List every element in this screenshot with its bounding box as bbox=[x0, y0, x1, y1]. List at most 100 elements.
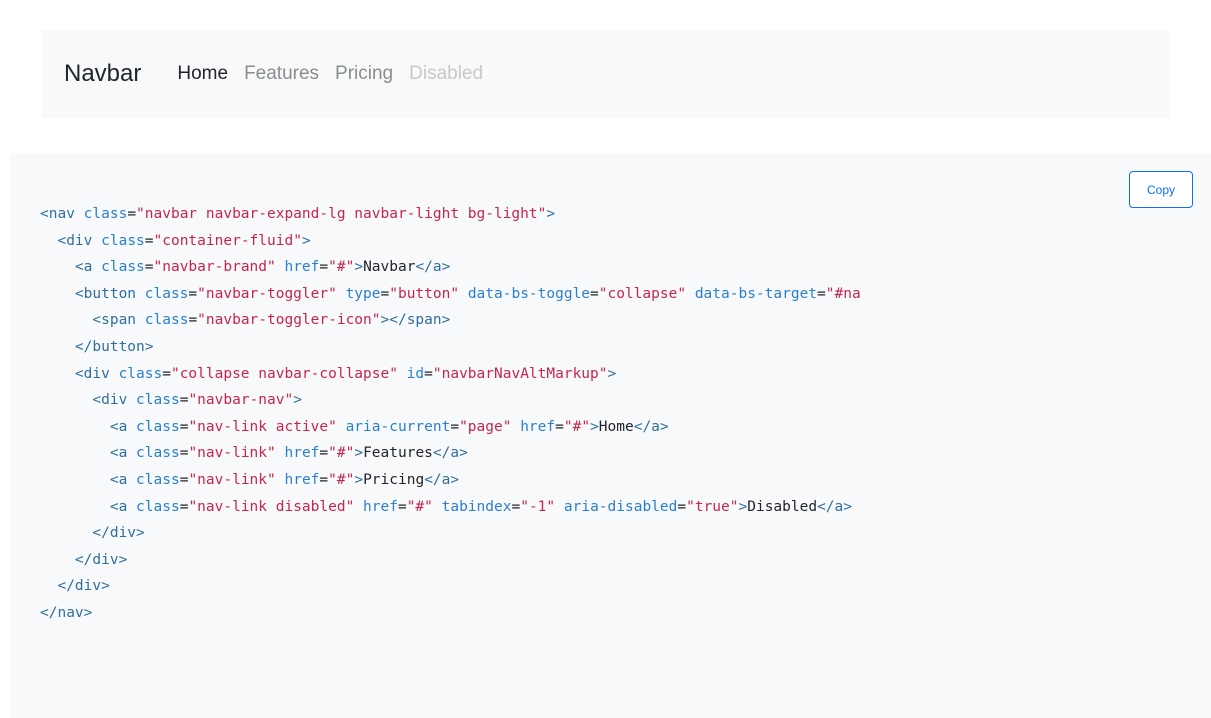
code-token-attr: id bbox=[406, 365, 425, 382]
navbar-brand[interactable]: Navbar bbox=[64, 60, 141, 88]
code-token-tag: </button> bbox=[74, 338, 154, 355]
code-line: <a class="nav-link active" aria-current=… bbox=[40, 414, 861, 441]
code-token-txt: = bbox=[188, 285, 198, 302]
code-token-str: "navbar-brand" bbox=[153, 259, 276, 276]
code-token-tag: </nav> bbox=[40, 604, 93, 621]
code-token-txt: = bbox=[677, 498, 687, 515]
code-token-attr: href bbox=[520, 418, 556, 435]
code-token-txt: = bbox=[555, 418, 564, 435]
code-line: <div class="container-fluid"> bbox=[40, 228, 861, 255]
code-token-attr: data-bs-toggle bbox=[467, 285, 591, 302]
code-token-tag: ></span> bbox=[380, 312, 451, 329]
code-token-attr: class bbox=[136, 498, 180, 515]
code-block: <nav class="navbar navbar-expand-lg navb… bbox=[40, 201, 861, 627]
code-token-tag: > bbox=[738, 498, 748, 515]
code-token-tag: </a> bbox=[415, 259, 451, 276]
code-token-str: "navbar navbar-expand-lg navbar-light bg… bbox=[136, 206, 547, 222]
code-token-txt: = bbox=[144, 232, 154, 249]
code-token-str: "#" bbox=[328, 471, 355, 488]
code-token-attr: class bbox=[101, 259, 145, 276]
code-token-attr: class bbox=[136, 392, 180, 409]
code-token-attr: href bbox=[284, 471, 320, 488]
code-token-tag: > bbox=[546, 206, 556, 222]
code-token-attr: class bbox=[136, 471, 180, 488]
code-token-str: "#" bbox=[328, 259, 355, 276]
code-token-attr: data-bs-target bbox=[694, 285, 818, 302]
code-token-tag: > bbox=[354, 259, 364, 276]
nav-link-home[interactable]: Home bbox=[177, 63, 228, 85]
code-token-tag: <a bbox=[74, 259, 93, 276]
copy-button[interactable]: Copy bbox=[1129, 171, 1193, 208]
code-token-attr: href bbox=[284, 445, 320, 462]
code-line: <a class="navbar-brand" href="#">Navbar<… bbox=[40, 254, 861, 281]
code-token-txt: = bbox=[450, 418, 460, 435]
code-token-str: "nav-link" bbox=[188, 445, 276, 462]
code-token-str: "#" bbox=[563, 418, 591, 435]
code-line: <button class="navbar-toggler" type="but… bbox=[40, 281, 861, 308]
code-token-txt: = bbox=[319, 259, 329, 276]
code-line: </nav> bbox=[40, 600, 861, 627]
code-token-attr: class bbox=[83, 206, 128, 222]
code-token-txt: = bbox=[424, 365, 433, 382]
code-line: </button> bbox=[40, 334, 861, 361]
code-line: <a class="nav-link" href="#">Features</a… bbox=[40, 440, 861, 467]
code-token-attr: aria-current bbox=[345, 418, 451, 435]
code-token-tag: <div bbox=[74, 365, 110, 382]
code-token-txt: = bbox=[319, 445, 329, 462]
code-line: <a class="nav-link" href="#">Pricing</a> bbox=[40, 467, 861, 494]
code-token-tag: <span bbox=[92, 312, 137, 329]
code-token-str: "nav-link active" bbox=[188, 418, 337, 435]
code-token-str: "navbar-toggler-icon" bbox=[197, 312, 381, 329]
code-token-str: "#" bbox=[328, 445, 355, 462]
code-token-tag: <div bbox=[57, 232, 93, 249]
code-token-str: "navbar-toggler" bbox=[197, 285, 337, 302]
code-token-txt: = bbox=[127, 206, 137, 222]
code-token-str: "#na bbox=[825, 285, 861, 302]
code-token-txt: Features bbox=[363, 445, 433, 462]
code-token-str: "true" bbox=[686, 498, 739, 515]
code-token-tag: </div> bbox=[74, 551, 128, 568]
code-token-tag: > bbox=[293, 392, 302, 409]
code-token-txt: = bbox=[144, 259, 154, 276]
code-token-tag: > bbox=[607, 365, 617, 382]
code-token-txt: = bbox=[817, 285, 826, 302]
code-token-tag: <div bbox=[92, 392, 128, 409]
code-token-attr: aria-disabled bbox=[563, 498, 678, 515]
code-token-tag: </a> bbox=[633, 418, 669, 435]
code-token-str: "button" bbox=[389, 285, 460, 302]
nav-link-pricing[interactable]: Pricing bbox=[335, 63, 393, 85]
code-token-str: "page" bbox=[459, 418, 512, 435]
code-line: <span class="navbar-toggler-icon"></span… bbox=[40, 307, 861, 334]
code-token-attr: type bbox=[345, 285, 381, 302]
code-token-str: "nav-link disabled" bbox=[188, 498, 355, 515]
code-token-tag: > bbox=[590, 418, 599, 435]
nav-link-features[interactable]: Features bbox=[244, 63, 319, 85]
code-token-attr: class bbox=[136, 418, 180, 435]
code-token-str: "collapse navbar-collapse" bbox=[170, 365, 398, 382]
code-token-attr: tabindex bbox=[441, 498, 512, 515]
code-token-txt: Navbar bbox=[363, 259, 416, 276]
